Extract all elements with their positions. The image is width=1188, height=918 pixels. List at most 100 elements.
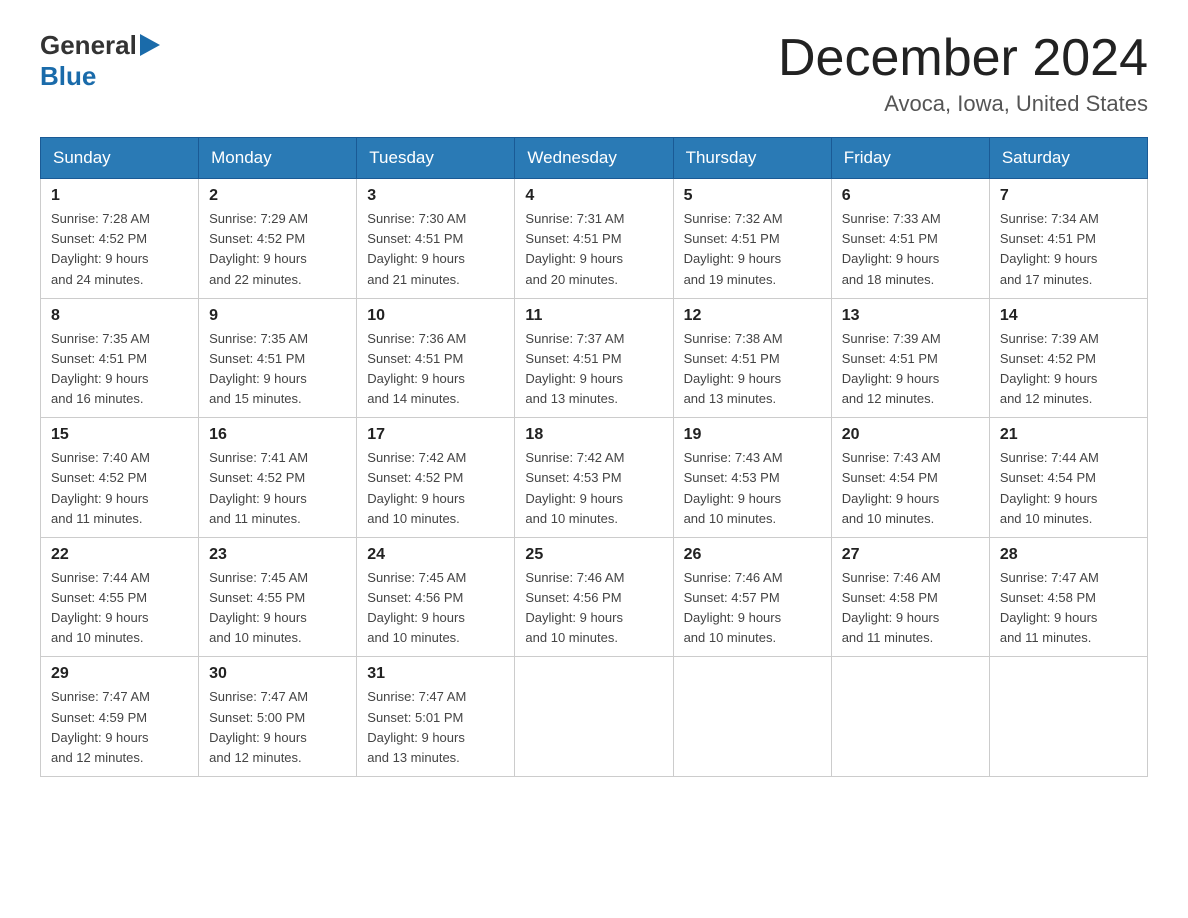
week-row-3: 15Sunrise: 7:40 AMSunset: 4:52 PMDayligh… bbox=[41, 418, 1148, 538]
month-title: December 2024 bbox=[778, 30, 1148, 87]
day-number-21: 21 bbox=[1000, 426, 1137, 444]
day-cell-13: 13 Sunrise: 7:39 AMSunset: 4:51 PMDayligh… bbox=[831, 298, 989, 418]
day-number-1: 1 bbox=[51, 187, 188, 205]
header-thursday: Thursday bbox=[673, 138, 831, 179]
day-number-12: 12 bbox=[684, 307, 821, 325]
day-cell-10: 10 Sunrise: 7:36 AMSunset: 4:51 PMDayligh… bbox=[357, 298, 515, 418]
day-cell-12: 12 Sunrise: 7:38 AMSunset: 4:51 PMDayligh… bbox=[673, 298, 831, 418]
day-cell-27: 27Sunrise: 7:46 AMSunset: 4:58 PMDayligh… bbox=[831, 537, 989, 657]
day-number-8: 8 bbox=[51, 307, 188, 325]
day-number-22: 22 bbox=[51, 546, 188, 564]
logo-arrow-icon bbox=[140, 36, 160, 56]
day-info-24: Sunrise: 7:45 AMSunset: 4:56 PMDaylight:… bbox=[367, 568, 504, 649]
week-row-1: 1 Sunrise: 7:28 AMSunset: 4:52 PMDaylight… bbox=[41, 179, 1148, 299]
header-tuesday: Tuesday bbox=[357, 138, 515, 179]
day-info-21: Sunrise: 7:44 AMSunset: 4:54 PMDaylight:… bbox=[1000, 448, 1137, 529]
day-info-1: Sunrise: 7:28 AMSunset: 4:52 PMDaylight:… bbox=[51, 209, 188, 290]
day-number-6: 6 bbox=[842, 187, 979, 205]
day-number-20: 20 bbox=[842, 426, 979, 444]
day-number-11: 11 bbox=[525, 307, 662, 325]
logo-general-text: General bbox=[40, 30, 137, 61]
day-info-25: Sunrise: 7:46 AMSunset: 4:56 PMDaylight:… bbox=[525, 568, 662, 649]
empty-cell bbox=[673, 657, 831, 777]
day-number-9: 9 bbox=[209, 307, 346, 325]
location-title: Avoca, Iowa, United States bbox=[778, 91, 1148, 117]
day-cell-9: 9Sunrise: 7:35 AMSunset: 4:51 PMDaylight… bbox=[199, 298, 357, 418]
day-cell-20: 20 Sunrise: 7:43 AMSunset: 4:54 PMDayligh… bbox=[831, 418, 989, 538]
day-info-3: Sunrise: 7:30 AMSunset: 4:51 PMDaylight:… bbox=[367, 209, 504, 290]
day-number-26: 26 bbox=[684, 546, 821, 564]
day-cell-23: 23Sunrise: 7:45 AMSunset: 4:55 PMDayligh… bbox=[199, 537, 357, 657]
page-header: General Blue December 2024 Avoca, Iowa, … bbox=[40, 30, 1148, 117]
day-cell-31: 31 Sunrise: 7:47 AMSunset: 5:01 PMDayligh… bbox=[357, 657, 515, 777]
day-cell-15: 15Sunrise: 7:40 AMSunset: 4:52 PMDayligh… bbox=[41, 418, 199, 538]
day-cell-25: 25 Sunrise: 7:46 AMSunset: 4:56 PMDayligh… bbox=[515, 537, 673, 657]
calendar-table: Sunday Monday Tuesday Wednesday Thursday… bbox=[40, 137, 1148, 777]
day-info-4: Sunrise: 7:31 AMSunset: 4:51 PMDaylight:… bbox=[525, 209, 662, 290]
empty-cell bbox=[831, 657, 989, 777]
day-number-5: 5 bbox=[684, 187, 821, 205]
logo-blue-text: Blue bbox=[40, 61, 96, 91]
day-info-31: Sunrise: 7:47 AMSunset: 5:01 PMDaylight:… bbox=[367, 687, 504, 768]
week-row-4: 22 Sunrise: 7:44 AMSunset: 4:55 PMDayligh… bbox=[41, 537, 1148, 657]
day-cell-5: 5 Sunrise: 7:32 AMSunset: 4:51 PMDaylight… bbox=[673, 179, 831, 299]
day-cell-16: 16Sunrise: 7:41 AMSunset: 4:52 PMDayligh… bbox=[199, 418, 357, 538]
day-cell-19: 19Sunrise: 7:43 AMSunset: 4:53 PMDayligh… bbox=[673, 418, 831, 538]
day-cell-3: 3 Sunrise: 7:30 AMSunset: 4:51 PMDaylight… bbox=[357, 179, 515, 299]
day-info-17: Sunrise: 7:42 AMSunset: 4:52 PMDaylight:… bbox=[367, 448, 504, 529]
day-cell-7: 7 Sunrise: 7:34 AMSunset: 4:51 PMDaylight… bbox=[989, 179, 1147, 299]
day-info-19: Sunrise: 7:43 AMSunset: 4:53 PMDaylight:… bbox=[684, 448, 821, 529]
day-cell-14: 14Sunrise: 7:39 AMSunset: 4:52 PMDayligh… bbox=[989, 298, 1147, 418]
day-info-28: Sunrise: 7:47 AMSunset: 4:58 PMDaylight:… bbox=[1000, 568, 1137, 649]
empty-cell bbox=[515, 657, 673, 777]
day-info-26: Sunrise: 7:46 AMSunset: 4:57 PMDaylight:… bbox=[684, 568, 821, 649]
day-number-29: 29 bbox=[51, 665, 188, 683]
day-info-18: Sunrise: 7:42 AMSunset: 4:53 PMDaylight:… bbox=[525, 448, 662, 529]
day-info-12: Sunrise: 7:38 AMSunset: 4:51 PMDaylight:… bbox=[684, 329, 821, 410]
day-info-23: Sunrise: 7:45 AMSunset: 4:55 PMDaylight:… bbox=[209, 568, 346, 649]
day-info-5: Sunrise: 7:32 AMSunset: 4:51 PMDaylight:… bbox=[684, 209, 821, 290]
day-cell-29: 29 Sunrise: 7:47 AMSunset: 4:59 PMDayligh… bbox=[41, 657, 199, 777]
header-saturday: Saturday bbox=[989, 138, 1147, 179]
day-info-8: Sunrise: 7:35 AMSunset: 4:51 PMDaylight:… bbox=[51, 329, 188, 410]
day-number-2: 2 bbox=[209, 187, 346, 205]
header-friday: Friday bbox=[831, 138, 989, 179]
day-number-18: 18 bbox=[525, 426, 662, 444]
day-number-13: 13 bbox=[842, 307, 979, 325]
day-number-25: 25 bbox=[525, 546, 662, 564]
day-cell-17: 17 Sunrise: 7:42 AMSunset: 4:52 PMDayligh… bbox=[357, 418, 515, 538]
day-number-10: 10 bbox=[367, 307, 504, 325]
weekday-header-row: Sunday Monday Tuesday Wednesday Thursday… bbox=[41, 138, 1148, 179]
day-number-24: 24 bbox=[367, 546, 504, 564]
day-number-31: 31 bbox=[367, 665, 504, 683]
day-cell-24: 24 Sunrise: 7:45 AMSunset: 4:56 PMDayligh… bbox=[357, 537, 515, 657]
day-cell-30: 30Sunrise: 7:47 AMSunset: 5:00 PMDayligh… bbox=[199, 657, 357, 777]
week-row-2: 8 Sunrise: 7:35 AMSunset: 4:51 PMDaylight… bbox=[41, 298, 1148, 418]
day-cell-11: 11Sunrise: 7:37 AMSunset: 4:51 PMDayligh… bbox=[515, 298, 673, 418]
day-info-13: Sunrise: 7:39 AMSunset: 4:51 PMDaylight:… bbox=[842, 329, 979, 410]
day-info-6: Sunrise: 7:33 AMSunset: 4:51 PMDaylight:… bbox=[842, 209, 979, 290]
day-cell-4: 4Sunrise: 7:31 AMSunset: 4:51 PMDaylight… bbox=[515, 179, 673, 299]
day-number-28: 28 bbox=[1000, 546, 1137, 564]
day-number-3: 3 bbox=[367, 187, 504, 205]
day-number-17: 17 bbox=[367, 426, 504, 444]
day-number-7: 7 bbox=[1000, 187, 1137, 205]
day-info-20: Sunrise: 7:43 AMSunset: 4:54 PMDaylight:… bbox=[842, 448, 979, 529]
day-cell-28: 28 Sunrise: 7:47 AMSunset: 4:58 PMDayligh… bbox=[989, 537, 1147, 657]
header-monday: Monday bbox=[199, 138, 357, 179]
day-info-29: Sunrise: 7:47 AMSunset: 4:59 PMDaylight:… bbox=[51, 687, 188, 768]
day-info-15: Sunrise: 7:40 AMSunset: 4:52 PMDaylight:… bbox=[51, 448, 188, 529]
day-info-7: Sunrise: 7:34 AMSunset: 4:51 PMDaylight:… bbox=[1000, 209, 1137, 290]
title-area: December 2024 Avoca, Iowa, United States bbox=[778, 30, 1148, 117]
day-number-14: 14 bbox=[1000, 307, 1137, 325]
day-cell-18: 18 Sunrise: 7:42 AMSunset: 4:53 PMDayligh… bbox=[515, 418, 673, 538]
day-info-30: Sunrise: 7:47 AMSunset: 5:00 PMDaylight:… bbox=[209, 687, 346, 768]
day-info-22: Sunrise: 7:44 AMSunset: 4:55 PMDaylight:… bbox=[51, 568, 188, 649]
day-cell-26: 26 Sunrise: 7:46 AMSunset: 4:57 PMDayligh… bbox=[673, 537, 831, 657]
day-cell-1: 1 Sunrise: 7:28 AMSunset: 4:52 PMDaylight… bbox=[41, 179, 199, 299]
day-info-10: Sunrise: 7:36 AMSunset: 4:51 PMDaylight:… bbox=[367, 329, 504, 410]
logo: General Blue bbox=[40, 30, 160, 92]
day-cell-8: 8 Sunrise: 7:35 AMSunset: 4:51 PMDaylight… bbox=[41, 298, 199, 418]
day-cell-21: 21 Sunrise: 7:44 AMSunset: 4:54 PMDayligh… bbox=[989, 418, 1147, 538]
day-cell-2: 2Sunrise: 7:29 AMSunset: 4:52 PMDaylight… bbox=[199, 179, 357, 299]
